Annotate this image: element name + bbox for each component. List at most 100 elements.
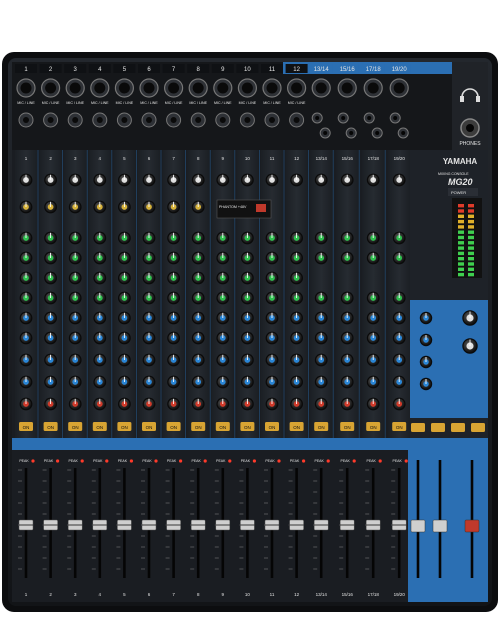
rotary-knob[interactable] bbox=[118, 375, 131, 389]
rotary-knob[interactable] bbox=[118, 353, 131, 367]
rotary-knob[interactable] bbox=[167, 331, 181, 345]
rotary-knob[interactable] bbox=[314, 375, 328, 389]
rotary-knob[interactable] bbox=[290, 353, 303, 367]
rotary-knob[interactable] bbox=[216, 291, 230, 305]
rotary-knob[interactable] bbox=[118, 173, 131, 187]
rotary-knob[interactable] bbox=[44, 231, 57, 245]
rotary-knob[interactable] bbox=[142, 231, 156, 245]
rotary-knob[interactable] bbox=[93, 311, 107, 325]
rotary-knob[interactable] bbox=[265, 353, 279, 367]
rotary-knob[interactable] bbox=[366, 397, 380, 411]
rotary-knob[interactable] bbox=[19, 311, 33, 325]
rotary-knob[interactable] bbox=[265, 331, 279, 345]
rotary-knob[interactable] bbox=[19, 353, 33, 367]
rotary-knob[interactable] bbox=[290, 251, 303, 265]
rotary-knob[interactable] bbox=[290, 291, 303, 305]
rotary-knob[interactable] bbox=[68, 251, 82, 265]
rotary-knob[interactable] bbox=[142, 311, 156, 325]
rotary-knob[interactable] bbox=[19, 231, 33, 245]
rotary-knob[interactable] bbox=[142, 375, 156, 389]
rotary-knob[interactable] bbox=[290, 375, 303, 389]
rotary-knob[interactable] bbox=[118, 251, 131, 265]
rotary-knob[interactable] bbox=[265, 291, 279, 305]
rotary-knob[interactable] bbox=[118, 291, 131, 305]
rotary-knob[interactable] bbox=[68, 271, 82, 285]
rotary-knob[interactable] bbox=[44, 397, 57, 411]
rotary-knob[interactable] bbox=[392, 231, 406, 245]
master-on-button[interactable] bbox=[431, 423, 445, 432]
rotary-knob[interactable] bbox=[265, 251, 279, 265]
rotary-knob[interactable] bbox=[68, 231, 82, 245]
rotary-knob[interactable] bbox=[93, 200, 107, 214]
rotary-knob[interactable] bbox=[241, 251, 254, 265]
master-fader-cap[interactable] bbox=[410, 519, 426, 533]
rotary-knob[interactable] bbox=[19, 397, 33, 411]
rotary-knob[interactable] bbox=[44, 331, 57, 345]
rotary-knob[interactable] bbox=[241, 375, 254, 389]
rotary-knob[interactable] bbox=[167, 173, 181, 187]
rotary-knob[interactable] bbox=[19, 331, 33, 345]
rotary-knob[interactable] bbox=[68, 397, 82, 411]
rotary-knob[interactable] bbox=[142, 291, 156, 305]
rotary-knob[interactable] bbox=[241, 291, 254, 305]
rotary-knob[interactable] bbox=[216, 271, 230, 285]
rotary-knob[interactable] bbox=[19, 251, 33, 265]
rotary-knob[interactable] bbox=[314, 173, 328, 187]
rotary-knob[interactable] bbox=[191, 173, 205, 187]
rotary-knob[interactable] bbox=[93, 291, 107, 305]
rotary-knob[interactable] bbox=[216, 231, 230, 245]
rotary-knob[interactable] bbox=[44, 251, 57, 265]
rotary-knob[interactable] bbox=[241, 271, 254, 285]
rotary-knob[interactable] bbox=[216, 375, 230, 389]
master-fader-cap[interactable] bbox=[464, 519, 480, 533]
rotary-knob[interactable] bbox=[142, 353, 156, 367]
rotary-knob[interactable] bbox=[44, 173, 57, 187]
phantom-switch[interactable] bbox=[256, 204, 266, 212]
rotary-knob[interactable] bbox=[290, 331, 303, 345]
rotary-knob[interactable] bbox=[93, 231, 107, 245]
rotary-knob[interactable] bbox=[167, 397, 181, 411]
rotary-knob[interactable] bbox=[265, 231, 279, 245]
rotary-knob[interactable] bbox=[314, 311, 328, 325]
rotary-knob[interactable] bbox=[142, 251, 156, 265]
rotary-knob[interactable] bbox=[340, 353, 354, 367]
rotary-knob[interactable] bbox=[167, 291, 181, 305]
rotary-knob[interactable] bbox=[462, 310, 478, 326]
rotary-knob[interactable] bbox=[191, 311, 205, 325]
rotary-knob[interactable] bbox=[314, 231, 328, 245]
rotary-knob[interactable] bbox=[265, 271, 279, 285]
rotary-knob[interactable] bbox=[191, 397, 205, 411]
rotary-knob[interactable] bbox=[142, 200, 156, 214]
rotary-knob[interactable] bbox=[191, 251, 205, 265]
rotary-knob[interactable] bbox=[93, 397, 107, 411]
rotary-knob[interactable] bbox=[290, 271, 303, 285]
rotary-knob[interactable] bbox=[290, 397, 303, 411]
rotary-knob[interactable] bbox=[191, 331, 205, 345]
rotary-knob[interactable] bbox=[68, 311, 82, 325]
rotary-knob[interactable] bbox=[216, 251, 230, 265]
rotary-knob[interactable] bbox=[290, 173, 303, 187]
rotary-knob[interactable] bbox=[44, 353, 57, 367]
rotary-knob[interactable] bbox=[241, 331, 254, 345]
master-on-button[interactable] bbox=[471, 423, 485, 432]
rotary-knob[interactable] bbox=[191, 200, 205, 214]
rotary-knob[interactable] bbox=[118, 271, 131, 285]
rotary-knob[interactable] bbox=[314, 291, 328, 305]
rotary-knob[interactable] bbox=[340, 173, 354, 187]
rotary-knob[interactable] bbox=[93, 251, 107, 265]
rotary-knob[interactable] bbox=[167, 271, 181, 285]
rotary-knob[interactable] bbox=[142, 331, 156, 345]
rotary-knob[interactable] bbox=[340, 251, 354, 265]
rotary-knob[interactable] bbox=[142, 173, 156, 187]
rotary-knob[interactable] bbox=[216, 311, 230, 325]
rotary-knob[interactable] bbox=[241, 353, 254, 367]
rotary-knob[interactable] bbox=[366, 231, 380, 245]
rotary-knob[interactable] bbox=[392, 375, 406, 389]
rotary-knob[interactable] bbox=[392, 331, 406, 345]
rotary-knob[interactable] bbox=[216, 331, 230, 345]
rotary-knob[interactable] bbox=[118, 397, 131, 411]
rotary-knob[interactable] bbox=[191, 375, 205, 389]
rotary-knob[interactable] bbox=[216, 173, 230, 187]
rotary-knob[interactable] bbox=[19, 173, 33, 187]
rotary-knob[interactable] bbox=[290, 311, 303, 325]
